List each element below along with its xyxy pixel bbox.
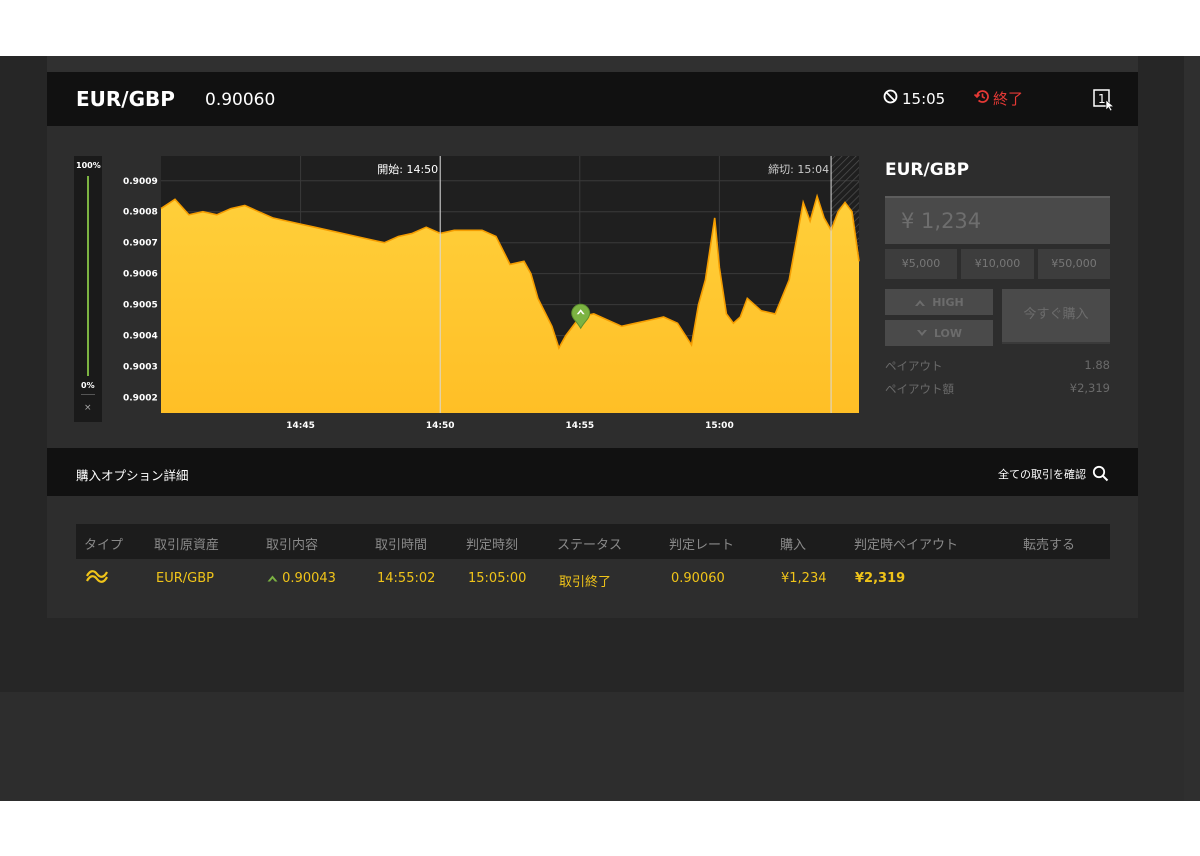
y-tick-label-5: 0.9004 (123, 332, 158, 342)
y-tick-label-3: 0.9006 (123, 270, 158, 280)
col-purchase: 購入 (780, 538, 807, 553)
col-trade-time: 取引時間 (375, 538, 428, 553)
y-tick-label-0: 0.9009 (123, 177, 158, 187)
row-judgment-rate: 0.90060 (671, 571, 725, 586)
high-low-icon (84, 566, 110, 588)
one-click-glyph: 1 (1098, 92, 1106, 106)
level-divider (81, 394, 95, 395)
search-icon (1092, 465, 1109, 482)
price-chart[interactable]: 0.9009 0.9008 0.9007 0.9006 0.9005 0.9004 0.90… (105, 150, 865, 435)
history-icon (973, 89, 990, 108)
payout-amount-row: ペイアウト額 ¥2,319 (885, 381, 1110, 397)
header-status: 終了 (973, 88, 1023, 109)
low-label: LOW (933, 326, 963, 340)
y-tick-label-2: 0.9007 (123, 239, 158, 249)
payout-label: ペイアウト (885, 359, 943, 373)
amount-input[interactable]: ¥ 1,234 (885, 196, 1110, 244)
status-text: 終了 (993, 90, 1024, 108)
row-purchase: ¥1,234 (781, 571, 827, 586)
header-pair: EUR/GBP (76, 87, 175, 111)
timer-text: 15:05 (902, 89, 946, 108)
y-tick-label-4: 0.9005 (123, 301, 158, 311)
x-tick-label-1: 14:50 (426, 421, 455, 431)
no-entry-icon (883, 89, 898, 108)
row-status: 取引終了 (559, 575, 612, 590)
col-content: 取引内容 (266, 538, 319, 553)
header-rate: 0.90060 (205, 90, 276, 110)
col-asset: 取引原資産 (154, 538, 220, 553)
row-trade-time: 14:55:02 (377, 571, 436, 586)
payout-row: ペイアウト 1.88 (885, 358, 1110, 374)
payout-amount-label: ペイアウト額 (885, 382, 954, 396)
high-button[interactable]: HIGH (885, 289, 993, 315)
table-header: タイプ 取引原資産 取引内容 取引時間 判定時刻 ステータス 判定レート 購入 … (76, 524, 1110, 559)
level-top-label: 100% (76, 161, 101, 170)
payout-value: 1.88 (1084, 358, 1110, 372)
low-button[interactable]: LOW (885, 320, 993, 346)
top-strip (47, 56, 1138, 72)
trade-header: EUR/GBP 0.90060 15:05 終了 1 (47, 72, 1138, 126)
x-tick-label-3: 15:00 (705, 421, 734, 431)
payout-amount-value: ¥2,319 (1069, 381, 1110, 395)
side-pair-title: EUR/GBP (885, 160, 970, 180)
row-judgment-time: 15:05:00 (468, 571, 527, 586)
one-click-toggle[interactable]: 1 (1093, 89, 1115, 115)
y-tick-label-1: 0.9008 (123, 208, 158, 218)
deadline-label: 締切: 15:04 (768, 162, 829, 176)
col-status: ステータス (557, 538, 623, 553)
row-content-value: 0.90043 (282, 571, 336, 586)
high-label: HIGH (932, 295, 964, 309)
level-bar: 100% 0% × (74, 156, 102, 422)
details-bar: 購入オプション詳細 全ての取引を確認 (47, 448, 1138, 496)
row-payout: ¥2,319 (855, 571, 906, 586)
col-payout: 判定時ペイアウト (854, 538, 959, 553)
col-judgment-rate: 判定レート (669, 538, 735, 553)
arrow-down-icon (916, 329, 927, 336)
level-fill (87, 176, 89, 376)
all-trades-link[interactable]: 全ての取引を確認 (998, 465, 1109, 482)
x-axis-labels: 14:45 14:50 14:55 15:00 (286, 421, 733, 431)
high-arrow-icon (267, 575, 278, 582)
y-axis-labels: 0.9009 0.9008 0.9007 0.9006 0.9005 0.9004 0.90… (123, 177, 158, 404)
header-timer: 15:05 (883, 89, 945, 108)
arrow-up-icon (915, 299, 926, 306)
x-tick-label-2: 14:55 (565, 421, 594, 431)
footer-background (0, 692, 1200, 801)
x-tick-label-0: 14:45 (286, 421, 315, 431)
level-bottom-label: 0% (81, 381, 95, 390)
y-tick-label-7: 0.9002 (123, 394, 158, 404)
buy-now-button[interactable]: 今すぐ購入 (1002, 289, 1110, 344)
col-judgment-time: 判定時刻 (466, 538, 519, 553)
one-click-icon: 1 (1093, 89, 1115, 112)
col-type: タイプ (84, 538, 124, 553)
preset-5000-button[interactable]: ¥5,000 (885, 249, 957, 279)
preset-10000-button[interactable]: ¥10,000 (961, 249, 1034, 279)
preset-50000-button[interactable]: ¥50,000 (1038, 249, 1110, 279)
right-scroll-strip (1184, 56, 1200, 801)
all-trades-label: 全ての取引を確認 (998, 467, 1086, 481)
row-asset: EUR/GBP (156, 571, 214, 586)
details-title: 購入オプション詳細 (76, 468, 189, 483)
row-content: 0.90043 (267, 571, 336, 586)
col-resell: 転売する (1023, 538, 1076, 553)
level-close-button[interactable]: × (84, 403, 92, 413)
start-label: 開始: 14:50 (377, 162, 438, 176)
y-tick-label-6: 0.9003 (123, 363, 158, 373)
